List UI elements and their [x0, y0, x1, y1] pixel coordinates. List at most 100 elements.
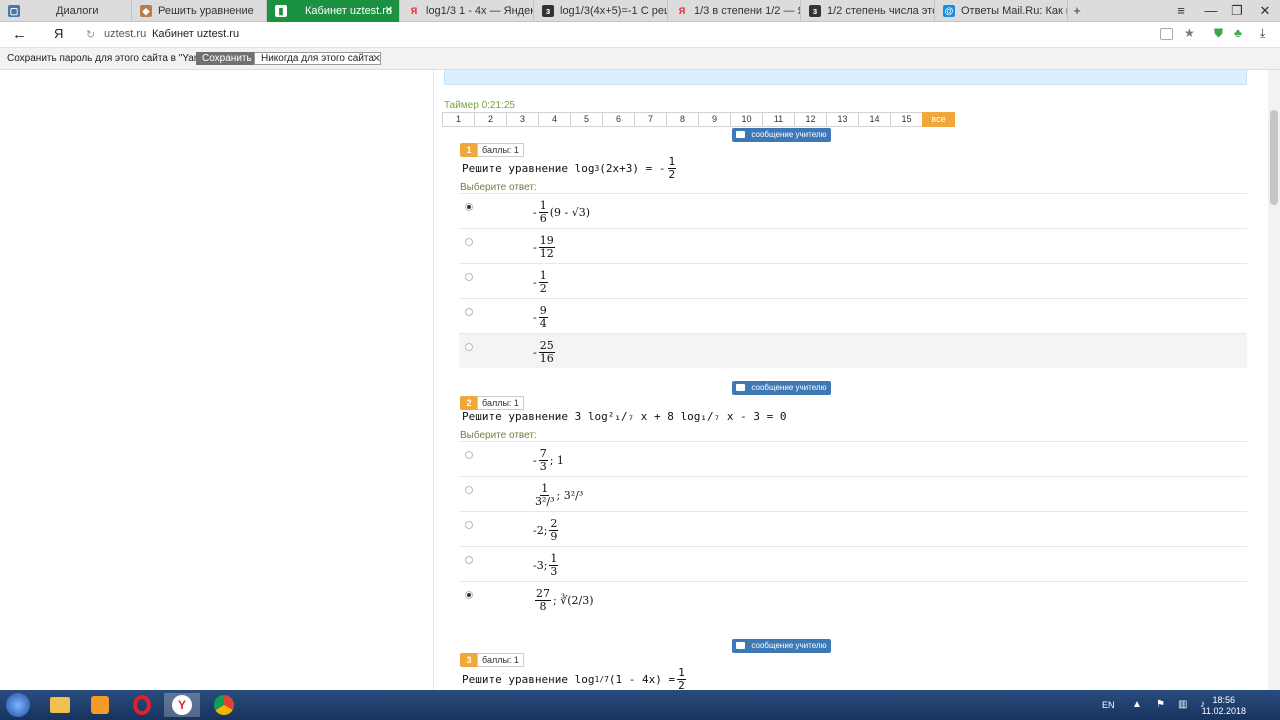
- page-content: Таймер 0:21:25 1 2 3 4 5 6 7 8 9 10 11 12 13 14 15 все …: [0, 70, 1280, 690]
- uztest-icon: ▮: [275, 5, 287, 17]
- question-number: 2: [460, 396, 478, 410]
- chat-icon: [736, 384, 746, 391]
- info-panel: [444, 70, 1247, 85]
- answer-formula: 1 3²/³; 3²/³: [535, 482, 584, 508]
- answer-radio[interactable]: [465, 521, 473, 529]
- page-title[interactable]: Кабинет uztest.ru: [152, 28, 239, 40]
- answer-option[interactable]: 27 8; ∛(2/3): [459, 581, 1247, 616]
- new-tab-icon[interactable]: +: [1068, 2, 1086, 20]
- tab-yandex-search-1[interactable]: Яlog1/3 1 - 4x — Яндекс: нашлось: [400, 0, 534, 22]
- flag-icon[interactable]: ⚑: [1156, 699, 1165, 710]
- reload-icon[interactable]: ↻: [86, 28, 95, 41]
- answer-option[interactable]: -25 16: [459, 333, 1247, 368]
- tab-solve-equation[interactable]: ◆ Решить уравнение: [132, 0, 267, 22]
- page-button-13[interactable]: 13: [826, 112, 859, 127]
- network-icon[interactable]: ▥: [1178, 699, 1187, 710]
- page-button-8[interactable]: 8: [666, 112, 699, 127]
- page-button-12[interactable]: 12: [794, 112, 827, 127]
- page-button-3[interactable]: 3: [506, 112, 539, 127]
- close-window-icon[interactable]: ✕: [1256, 2, 1274, 20]
- page-button-6[interactable]: 6: [602, 112, 635, 127]
- language-indicator[interactable]: EN: [1102, 700, 1115, 710]
- yandex-icon: Я: [410, 6, 418, 16]
- tray-arrow-icon[interactable]: ▲: [1132, 699, 1142, 710]
- minimize-icon[interactable]: —: [1202, 2, 1220, 20]
- page-button-7[interactable]: 7: [634, 112, 667, 127]
- vk-icon: ▢: [8, 5, 20, 17]
- bookmark-star-icon[interactable]: ★: [1184, 26, 1195, 40]
- answer-option[interactable]: -7 3; 1: [459, 441, 1247, 476]
- chat-icon: [736, 131, 746, 138]
- explorer-icon[interactable]: [42, 693, 78, 717]
- answer-radio[interactable]: [465, 591, 473, 599]
- chat-icon: [736, 642, 746, 649]
- opera-icon[interactable]: [124, 693, 160, 717]
- answer-radio[interactable]: [465, 273, 473, 281]
- tab-dialogs[interactable]: ▢ Диалоги: [0, 0, 132, 22]
- vertical-scrollbar[interactable]: [1268, 70, 1280, 690]
- question-points: баллы: 1: [477, 143, 524, 157]
- answer-radio[interactable]: [465, 343, 473, 351]
- answer-radio[interactable]: [465, 308, 473, 316]
- page-button-11[interactable]: 11: [762, 112, 795, 127]
- answer-radio[interactable]: [465, 451, 473, 459]
- answer-radio[interactable]: [465, 238, 473, 246]
- page-button-5[interactable]: 5: [570, 112, 603, 127]
- chrome-icon[interactable]: [206, 693, 242, 717]
- answer-formula: -7 3; 1: [533, 447, 564, 473]
- download-icon[interactable]: ⤓: [1260, 26, 1265, 41]
- media-player-icon[interactable]: [82, 693, 118, 717]
- extension-icon[interactable]: ♣: [1234, 26, 1242, 40]
- tab-yandex-search-2[interactable]: Я1/3 в степени 1/2 — Яндекс: [668, 0, 801, 22]
- tab-uztest[interactable]: ▮ Кабинет uztest.ru ✕: [267, 0, 400, 22]
- shield-icon[interactable]: ⛊: [1214, 26, 1223, 41]
- choose-answer-label: Выберите ответ:: [460, 430, 537, 441]
- yandex-icon: Я: [678, 6, 686, 16]
- message-teacher-button[interactable]: сообщение учителю: [732, 639, 831, 653]
- answer-option[interactable]: -2; 2 9: [459, 511, 1247, 546]
- save-password-button[interactable]: Сохранить: [196, 52, 258, 65]
- question-number: 3: [460, 653, 478, 667]
- back-icon[interactable]: ←: [12, 26, 27, 43]
- tab-znanija-2[interactable]: з1/2 степень числа это как?: [801, 0, 935, 22]
- taskbar-clock[interactable]: 18:56 11.02.2018: [1202, 695, 1246, 717]
- page-button-all[interactable]: все: [922, 112, 955, 127]
- protect-icon[interactable]: [1160, 28, 1173, 40]
- answer-option[interactable]: 1 3²/³; 3²/³: [459, 476, 1247, 511]
- answer-radio[interactable]: [465, 486, 473, 494]
- tab-mailru-answers[interactable]: @Ответы Mail.Ru: Как возвести: [935, 0, 1068, 22]
- page-button-15[interactable]: 15: [890, 112, 923, 127]
- close-tab-icon[interactable]: ✕: [385, 5, 393, 16]
- yandex-logo[interactable]: Я: [54, 26, 63, 41]
- message-teacher-button[interactable]: сообщение учителю: [732, 128, 831, 142]
- answer-option[interactable]: -1 6 (9 - √3): [459, 193, 1247, 228]
- page-button-14[interactable]: 14: [858, 112, 891, 127]
- answer-radio[interactable]: [465, 203, 473, 211]
- message-teacher-button[interactable]: сообщение учителю: [732, 381, 831, 395]
- page-button-4[interactable]: 4: [538, 112, 571, 127]
- url-domain[interactable]: uztest.ru: [104, 28, 146, 40]
- answer-option[interactable]: -12: [459, 263, 1247, 298]
- mailru-icon: @: [943, 5, 955, 17]
- scrollbar-thumb[interactable]: [1270, 110, 1278, 205]
- page-button-2[interactable]: 2: [474, 112, 507, 127]
- start-icon[interactable]: [0, 693, 36, 717]
- yandex-browser-icon[interactable]: Y: [164, 693, 200, 717]
- menu-icon[interactable]: ≡: [1172, 2, 1190, 20]
- column-divider: [433, 70, 434, 690]
- page-button-10[interactable]: 10: [730, 112, 763, 127]
- answer-option[interactable]: -19 12: [459, 228, 1247, 263]
- answer-radio[interactable]: [465, 556, 473, 564]
- browser-tab-bar: ▢ Диалоги ◆ Решить уравнение ▮ Кабинет uzte…: [0, 0, 1280, 22]
- never-save-button[interactable]: Никогда для этого сайта: [254, 52, 381, 65]
- page-button-9[interactable]: 9: [698, 112, 731, 127]
- restore-icon[interactable]: ❐: [1228, 2, 1246, 20]
- tab-znanija-1[interactable]: зlog1/3(4x+5)=-1 С решением: [534, 0, 668, 22]
- close-icon[interactable]: ✕: [372, 52, 381, 65]
- answer-formula: -2; 2 9: [533, 517, 559, 543]
- page-button-1[interactable]: 1: [442, 112, 475, 127]
- answer-formula: -12: [533, 269, 548, 295]
- answer-option[interactable]: -3; 1 3: [459, 546, 1247, 581]
- answer-option[interactable]: -94: [459, 298, 1247, 333]
- timer: Таймер 0:21:25: [444, 100, 515, 111]
